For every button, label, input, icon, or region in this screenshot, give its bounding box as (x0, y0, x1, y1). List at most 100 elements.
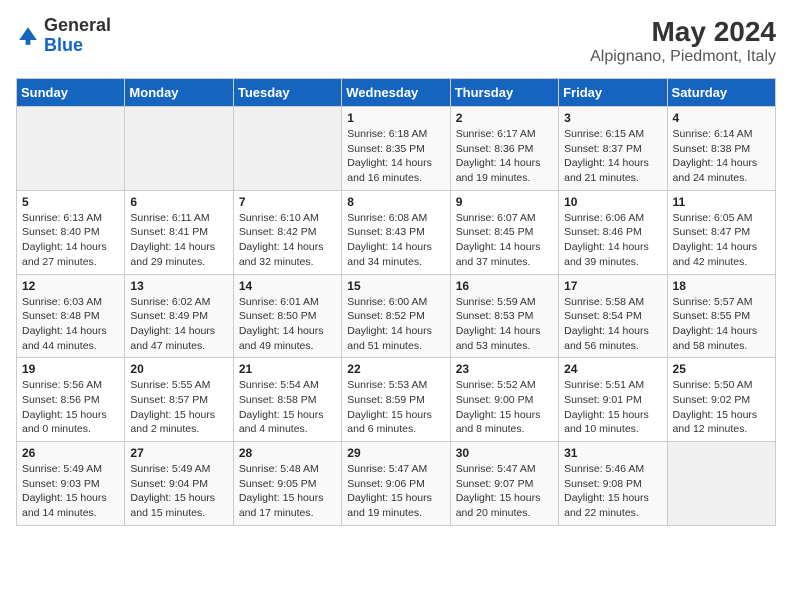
day-cell: 5 Sunrise: 6:13 AM Sunset: 8:40 PM Daylig… (17, 190, 125, 274)
day-cell: 2 Sunrise: 6:17 AM Sunset: 8:36 PM Daylig… (450, 107, 558, 191)
day-number: 13 (130, 279, 227, 293)
day-cell: 11 Sunrise: 6:05 AM Sunset: 8:47 PM Dayli… (667, 190, 775, 274)
week-row-4: 19 Sunrise: 5:56 AM Sunset: 8:56 PM Dayli… (17, 358, 776, 442)
day-number: 26 (22, 446, 119, 460)
day-info: Sunrise: 5:54 AM Sunset: 8:58 PM Dayligh… (239, 378, 336, 437)
day-info: Sunrise: 6:07 AM Sunset: 8:45 PM Dayligh… (456, 211, 553, 270)
day-info: Sunrise: 6:05 AM Sunset: 8:47 PM Dayligh… (673, 211, 770, 270)
day-cell: 8 Sunrise: 6:08 AM Sunset: 8:43 PM Daylig… (342, 190, 450, 274)
day-number: 11 (673, 195, 770, 209)
day-number: 24 (564, 362, 661, 376)
day-info: Sunrise: 5:49 AM Sunset: 9:03 PM Dayligh… (22, 462, 119, 521)
day-info: Sunrise: 5:50 AM Sunset: 9:02 PM Dayligh… (673, 378, 770, 437)
day-info: Sunrise: 6:06 AM Sunset: 8:46 PM Dayligh… (564, 211, 661, 270)
day-cell: 31 Sunrise: 5:46 AM Sunset: 9:08 PM Dayli… (559, 442, 667, 526)
day-number: 23 (456, 362, 553, 376)
header-cell-sunday: Sunday (17, 79, 125, 107)
logo: General Blue (16, 16, 111, 56)
day-cell (667, 442, 775, 526)
day-info: Sunrise: 6:13 AM Sunset: 8:40 PM Dayligh… (22, 211, 119, 270)
day-info: Sunrise: 5:46 AM Sunset: 9:08 PM Dayligh… (564, 462, 661, 521)
day-number: 12 (22, 279, 119, 293)
day-cell: 26 Sunrise: 5:49 AM Sunset: 9:03 PM Dayli… (17, 442, 125, 526)
header-cell-tuesday: Tuesday (233, 79, 341, 107)
day-number: 8 (347, 195, 444, 209)
day-cell (233, 107, 341, 191)
day-cell: 21 Sunrise: 5:54 AM Sunset: 8:58 PM Dayli… (233, 358, 341, 442)
day-info: Sunrise: 6:00 AM Sunset: 8:52 PM Dayligh… (347, 295, 444, 354)
day-number: 21 (239, 362, 336, 376)
day-number: 22 (347, 362, 444, 376)
day-info: Sunrise: 6:03 AM Sunset: 8:48 PM Dayligh… (22, 295, 119, 354)
header-cell-friday: Friday (559, 79, 667, 107)
day-info: Sunrise: 6:15 AM Sunset: 8:37 PM Dayligh… (564, 127, 661, 186)
day-info: Sunrise: 6:02 AM Sunset: 8:49 PM Dayligh… (130, 295, 227, 354)
week-row-2: 5 Sunrise: 6:13 AM Sunset: 8:40 PM Daylig… (17, 190, 776, 274)
month-title: May 2024 (590, 16, 776, 48)
header-cell-thursday: Thursday (450, 79, 558, 107)
day-cell: 1Sunrise: 6:18 AM Sunset: 8:35 PM Daylig… (342, 107, 450, 191)
week-row-1: 1Sunrise: 6:18 AM Sunset: 8:35 PM Daylig… (17, 107, 776, 191)
day-cell: 30 Sunrise: 5:47 AM Sunset: 9:07 PM Dayli… (450, 442, 558, 526)
header-cell-monday: Monday (125, 79, 233, 107)
day-number: 28 (239, 446, 336, 460)
day-info: Sunrise: 5:56 AM Sunset: 8:56 PM Dayligh… (22, 378, 119, 437)
day-info: Sunrise: 6:01 AM Sunset: 8:50 PM Dayligh… (239, 295, 336, 354)
week-row-5: 26 Sunrise: 5:49 AM Sunset: 9:03 PM Dayli… (17, 442, 776, 526)
day-cell: 29Sunrise: 5:47 AM Sunset: 9:06 PM Dayli… (342, 442, 450, 526)
calendar-table: SundayMondayTuesdayWednesdayThursdayFrid… (16, 78, 776, 526)
day-number: 18 (673, 279, 770, 293)
day-info: Sunrise: 5:49 AM Sunset: 9:04 PM Dayligh… (130, 462, 227, 521)
day-number: 16 (456, 279, 553, 293)
day-number: 14 (239, 279, 336, 293)
day-number: 5 (22, 195, 119, 209)
day-number: 3 (564, 111, 661, 125)
day-number: 31 (564, 446, 661, 460)
day-number: 17 (564, 279, 661, 293)
day-number: 9 (456, 195, 553, 209)
day-cell: 4 Sunrise: 6:14 AM Sunset: 8:38 PM Daylig… (667, 107, 775, 191)
day-info: Sunrise: 6:17 AM Sunset: 8:36 PM Dayligh… (456, 127, 553, 186)
day-cell: 27Sunrise: 5:49 AM Sunset: 9:04 PM Dayli… (125, 442, 233, 526)
day-info: Sunrise: 5:58 AM Sunset: 8:54 PM Dayligh… (564, 295, 661, 354)
day-cell: 3 Sunrise: 6:15 AM Sunset: 8:37 PM Daylig… (559, 107, 667, 191)
day-number: 6 (130, 195, 227, 209)
title-block: May 2024 Alpignano, Piedmont, Italy (590, 16, 776, 66)
day-info: Sunrise: 5:51 AM Sunset: 9:01 PM Dayligh… (564, 378, 661, 437)
day-info: Sunrise: 5:53 AM Sunset: 8:59 PM Dayligh… (347, 378, 444, 437)
calendar-header: SundayMondayTuesdayWednesdayThursdayFrid… (17, 79, 776, 107)
page-header: General Blue May 2024 Alpignano, Piedmon… (16, 16, 776, 66)
day-info: Sunrise: 6:18 AM Sunset: 8:35 PM Dayligh… (347, 127, 444, 186)
day-number: 19 (22, 362, 119, 376)
day-cell: 13 Sunrise: 6:02 AM Sunset: 8:49 PM Dayli… (125, 274, 233, 358)
day-cell: 17 Sunrise: 5:58 AM Sunset: 8:54 PM Dayli… (559, 274, 667, 358)
day-cell: 24 Sunrise: 5:51 AM Sunset: 9:01 PM Dayli… (559, 358, 667, 442)
day-cell: 12 Sunrise: 6:03 AM Sunset: 8:48 PM Dayli… (17, 274, 125, 358)
day-info: Sunrise: 5:48 AM Sunset: 9:05 PM Dayligh… (239, 462, 336, 521)
day-number: 10 (564, 195, 661, 209)
day-cell: 22 Sunrise: 5:53 AM Sunset: 8:59 PM Dayli… (342, 358, 450, 442)
day-cell: 15Sunrise: 6:00 AM Sunset: 8:52 PM Dayli… (342, 274, 450, 358)
day-cell: 20Sunrise: 5:55 AM Sunset: 8:57 PM Dayli… (125, 358, 233, 442)
day-cell: 16 Sunrise: 5:59 AM Sunset: 8:53 PM Dayli… (450, 274, 558, 358)
generalblue-logo-icon (16, 24, 40, 48)
day-cell: 25Sunrise: 5:50 AM Sunset: 9:02 PM Dayli… (667, 358, 775, 442)
day-info: Sunrise: 6:11 AM Sunset: 8:41 PM Dayligh… (130, 211, 227, 270)
header-cell-wednesday: Wednesday (342, 79, 450, 107)
day-number: 2 (456, 111, 553, 125)
day-number: 20 (130, 362, 227, 376)
day-cell: 23Sunrise: 5:52 AM Sunset: 9:00 PM Dayli… (450, 358, 558, 442)
day-info: Sunrise: 5:47 AM Sunset: 9:06 PM Dayligh… (347, 462, 444, 521)
day-cell: 14 Sunrise: 6:01 AM Sunset: 8:50 PM Dayli… (233, 274, 341, 358)
day-cell: 10 Sunrise: 6:06 AM Sunset: 8:46 PM Dayli… (559, 190, 667, 274)
day-info: Sunrise: 6:14 AM Sunset: 8:38 PM Dayligh… (673, 127, 770, 186)
header-cell-saturday: Saturday (667, 79, 775, 107)
logo-general: General (44, 15, 111, 35)
day-info: Sunrise: 5:47 AM Sunset: 9:07 PM Dayligh… (456, 462, 553, 521)
day-cell: 6 Sunrise: 6:11 AM Sunset: 8:41 PM Daylig… (125, 190, 233, 274)
day-cell: 28 Sunrise: 5:48 AM Sunset: 9:05 PM Dayli… (233, 442, 341, 526)
day-info: Sunrise: 5:59 AM Sunset: 8:53 PM Dayligh… (456, 295, 553, 354)
day-number: 30 (456, 446, 553, 460)
day-number: 4 (673, 111, 770, 125)
day-info: Sunrise: 6:08 AM Sunset: 8:43 PM Dayligh… (347, 211, 444, 270)
